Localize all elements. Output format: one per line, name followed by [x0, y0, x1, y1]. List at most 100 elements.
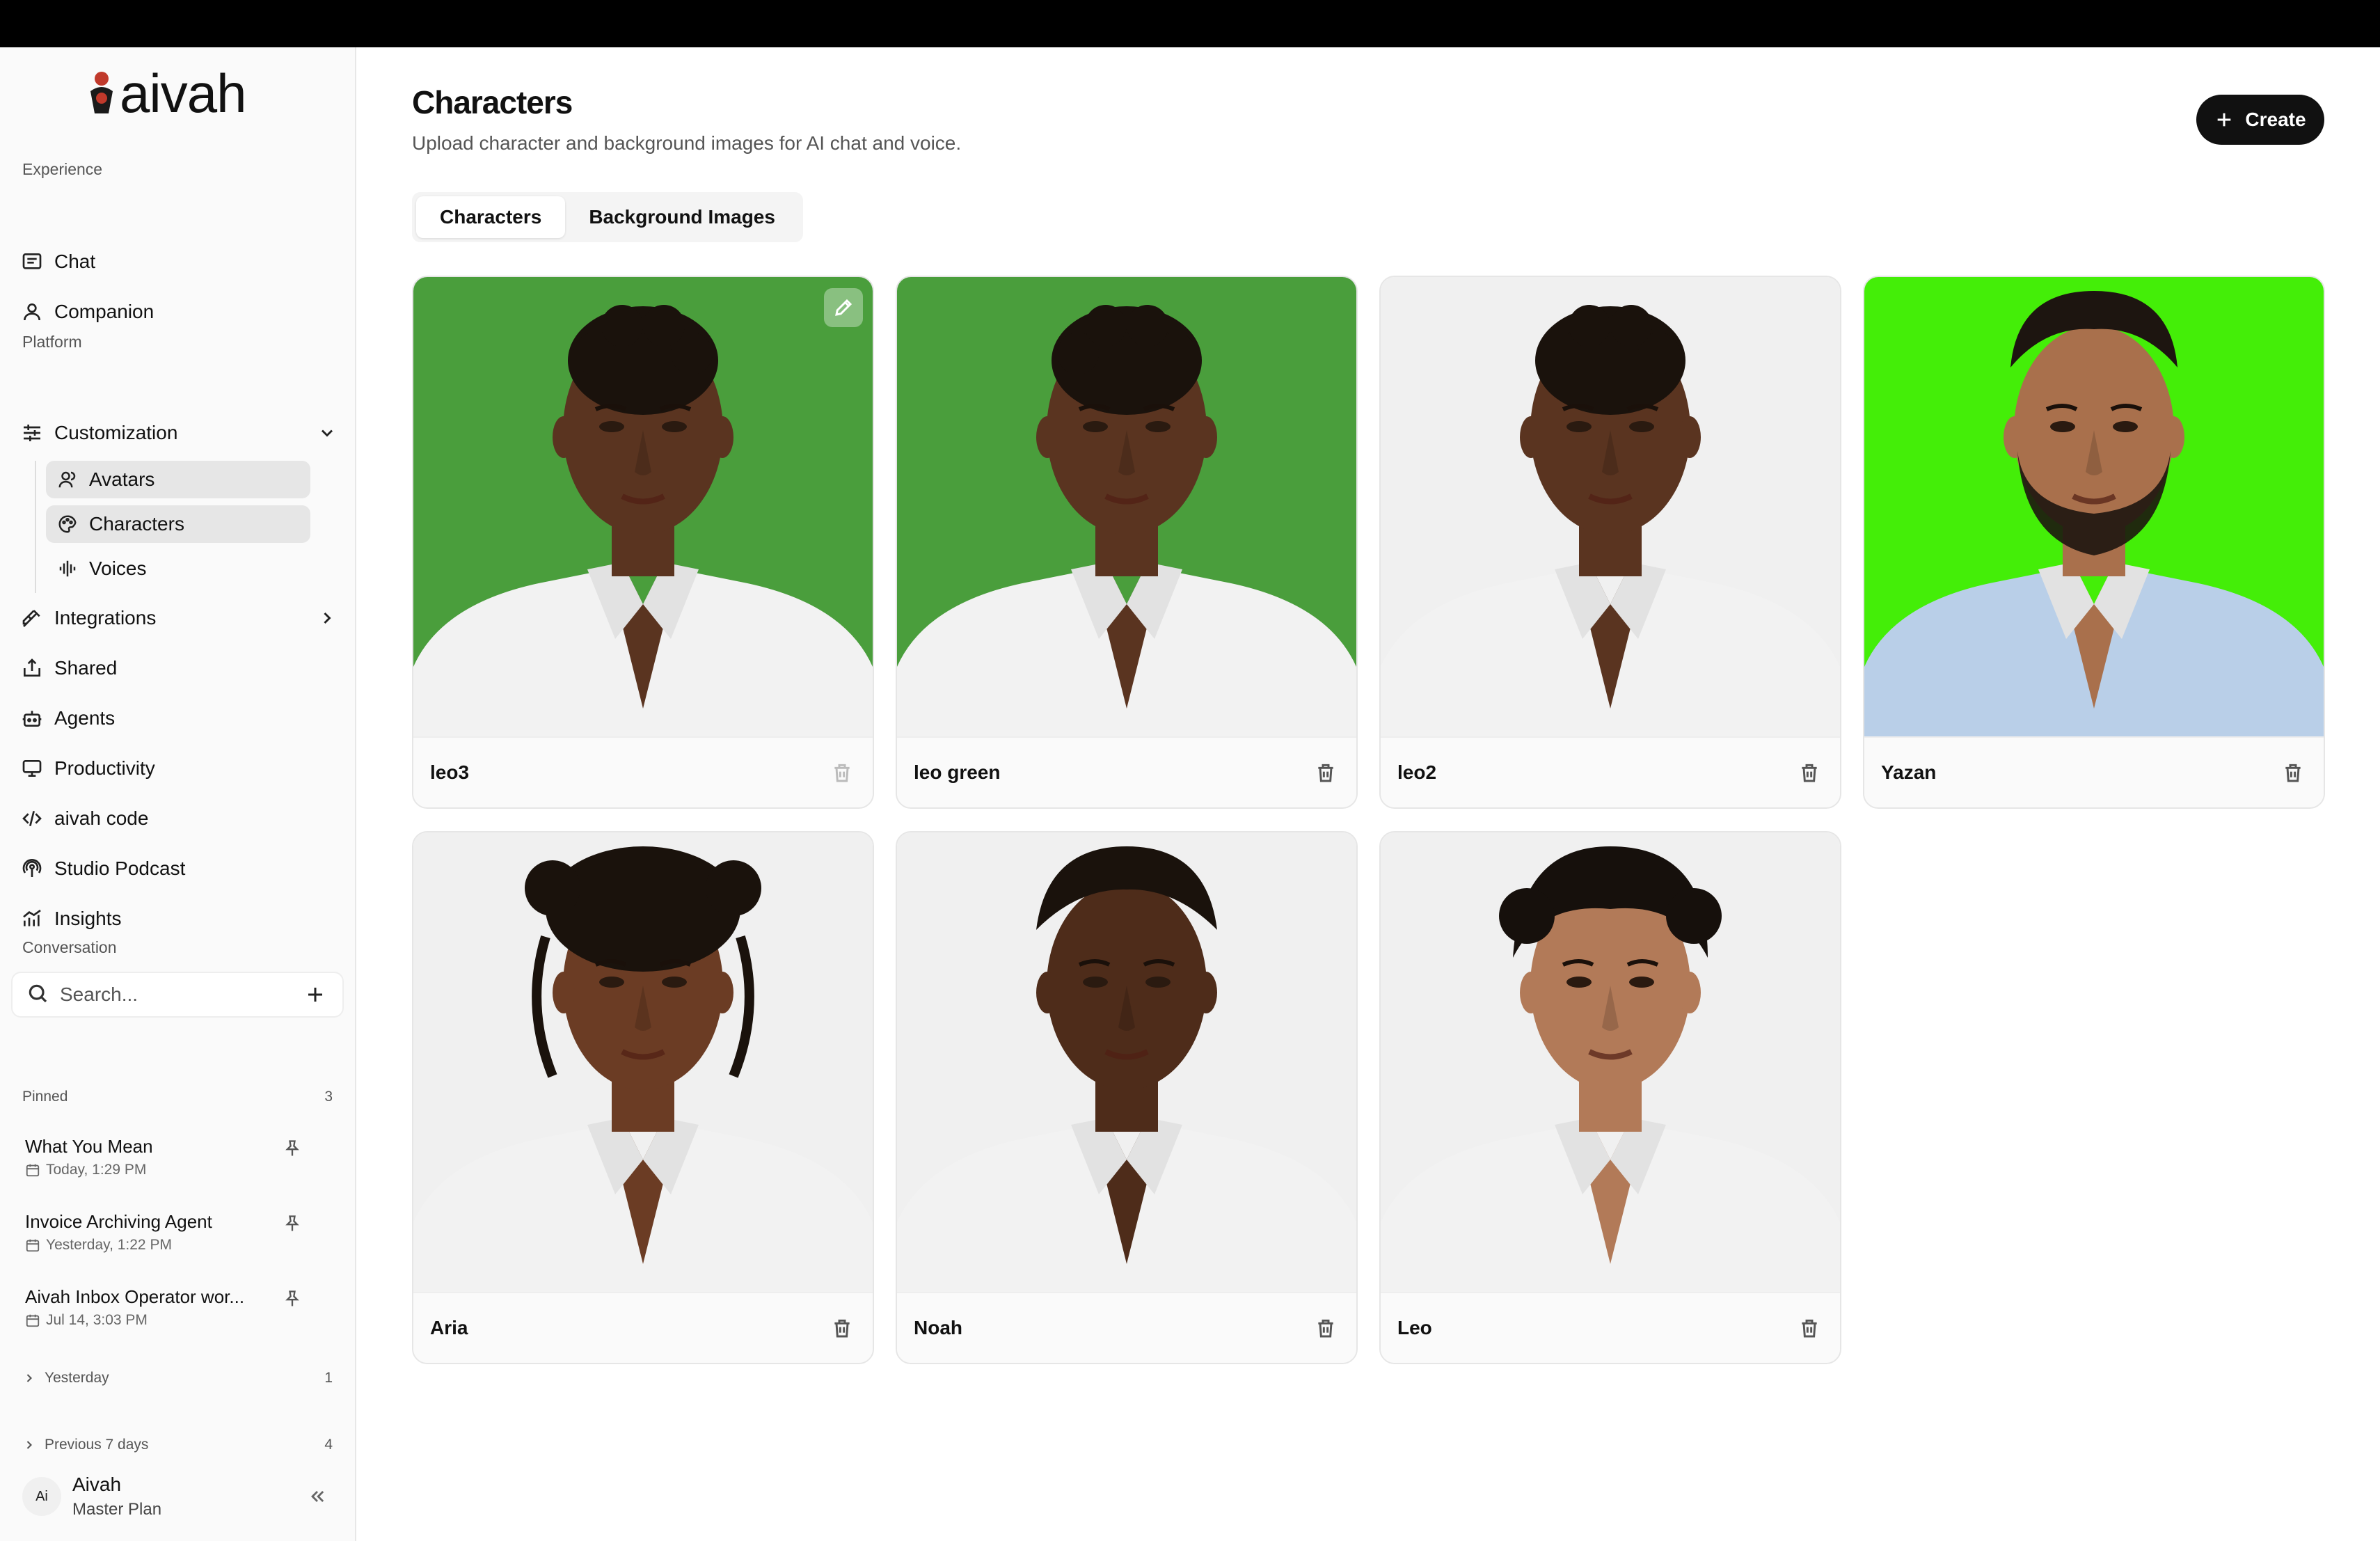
chart-icon [19, 906, 45, 931]
pinned-conversation[interactable]: What You Mean Today, 1:29 PM [25, 1136, 303, 1178]
trash-icon[interactable] [1798, 1317, 1822, 1341]
nav-item-chat[interactable]: Chat [19, 242, 95, 281]
nav-item-insights[interactable]: Insights [19, 899, 122, 938]
character-name: leo3 [430, 761, 470, 783]
character-name: leo green [914, 761, 1001, 783]
nav-item-shared[interactable]: Shared [19, 649, 117, 688]
nav-item-companion[interactable]: Companion [19, 292, 154, 331]
chevron-right-icon [26, 1374, 32, 1382]
pinned-conversation[interactable]: Aivah Inbox Operator wor... Jul 14, 3:03… [25, 1286, 303, 1329]
nav-item-aivah-code[interactable]: aivah code [19, 799, 148, 838]
pin-icon[interactable] [283, 1139, 303, 1160]
user-icon [19, 299, 45, 324]
character-card-footer: Noah [897, 1292, 1356, 1363]
aivah-logo[interactable]: aivah [86, 65, 246, 121]
pin-icon[interactable] [283, 1214, 303, 1235]
trash-icon[interactable] [1315, 1317, 1338, 1341]
tab-characters[interactable]: Characters [416, 196, 566, 238]
user-profile[interactable]: Ai Aivah Master Plan [22, 1469, 335, 1524]
nav-item-label: Chat [54, 251, 96, 272]
character-portrait-image [1381, 832, 1840, 1292]
window-top-bar [0, 0, 2380, 47]
chevron-down-icon [317, 423, 337, 443]
pinned-conversation[interactable]: Invoice Archiving Agent Yesterday, 1:22 … [25, 1211, 303, 1254]
character-card-footer: Leo [1381, 1292, 1840, 1363]
submenu-guide-line [35, 461, 36, 593]
character-card-footer: Aria [413, 1292, 873, 1363]
calendar-icon [26, 1239, 40, 1252]
character-portrait-image [1381, 277, 1840, 736]
conversation-time: Today, 1:29 PM [25, 1162, 303, 1178]
conversation-title: Invoice Archiving Agent [25, 1211, 212, 1232]
group-count: 4 [324, 1437, 333, 1453]
nav-item-customization[interactable]: Customization [19, 413, 337, 452]
conversation-time-text: Jul 14, 3:03 PM [46, 1312, 148, 1328]
group-yesterday[interactable]: Yesterday 1 [22, 1370, 333, 1386]
sub-item-label: Voices [89, 558, 147, 579]
nav-item-integrations[interactable]: Integrations [19, 599, 337, 638]
nav-item-studio-podcast[interactable]: Studio Podcast [19, 849, 185, 888]
conversation-search [11, 972, 344, 1018]
new-conversation-plus-icon[interactable] [305, 984, 326, 1005]
character-image [897, 277, 1356, 736]
character-card[interactable]: Aria [412, 831, 874, 1364]
conversation-time-text: Today, 1:29 PM [46, 1162, 147, 1178]
users-icon [56, 468, 79, 491]
character-card[interactable]: Noah [896, 831, 1358, 1364]
character-name: Noah [914, 1317, 962, 1338]
pin-icon[interactable] [283, 1289, 303, 1310]
logo-text: aivah [120, 63, 246, 124]
nav-item-label: Agents [54, 707, 116, 729]
sub-item-characters[interactable]: Characters [46, 505, 310, 543]
character-portrait-image [413, 832, 873, 1292]
nav-item-agents[interactable]: Agents [19, 699, 115, 738]
plus-icon [2218, 113, 2231, 127]
section-label-platform: Platform [22, 333, 82, 351]
character-card[interactable]: Yazan [1863, 276, 2325, 809]
edit-pencil-icon[interactable] [824, 288, 863, 327]
character-card-footer: Yazan [1864, 736, 2324, 807]
chevron-right-icon [26, 1441, 32, 1449]
character-portrait-image [897, 277, 1356, 736]
trash-icon[interactable] [1315, 761, 1338, 785]
nav-item-productivity[interactable]: Productivity [19, 749, 155, 788]
user-plan: Master Plan [72, 1500, 162, 1519]
character-image [1381, 832, 1840, 1292]
sub-item-voices[interactable]: Voices [46, 550, 310, 587]
character-card-footer: leo3 [413, 736, 873, 807]
character-card[interactable]: leo2 [1379, 276, 1841, 809]
trash-icon[interactable] [2282, 761, 2306, 785]
character-card[interactable]: leo green [896, 276, 1358, 809]
group-previous-7-days[interactable]: Previous 7 days 4 [22, 1437, 333, 1453]
character-card[interactable]: leo3 [412, 276, 874, 809]
trash-icon[interactable] [1798, 761, 1822, 785]
character-card[interactable]: Leo [1379, 831, 1841, 1364]
sub-item-avatars[interactable]: Avatars [46, 461, 310, 498]
conversation-title: What You Mean [25, 1136, 153, 1157]
podcast-icon [19, 856, 45, 881]
conversation-time: Jul 14, 3:03 PM [25, 1312, 303, 1329]
page-title: Characters [412, 84, 573, 120]
collapse-sidebar-icon[interactable] [308, 1487, 328, 1508]
character-name: Yazan [1881, 761, 1937, 783]
character-image [1864, 277, 2324, 736]
character-card-footer: leo2 [1381, 736, 1840, 807]
sub-item-label: Avatars [89, 468, 155, 490]
trash-icon[interactable] [831, 1317, 855, 1341]
pinned-header: Pinned 3 [22, 1089, 333, 1105]
avatar: Ai [22, 1477, 61, 1516]
nav-item-label: aivah code [54, 807, 149, 829]
create-button[interactable]: Create [2196, 95, 2324, 145]
chevron-right-icon [317, 608, 337, 628]
nav-item-label: Insights [54, 908, 122, 929]
character-portrait-image [413, 277, 873, 736]
trash-icon[interactable] [831, 761, 855, 785]
group-label: Yesterday [45, 1370, 109, 1386]
nav-item-label: Productivity [54, 757, 155, 779]
character-image [413, 277, 873, 736]
tab-background-images[interactable]: Background Images [565, 196, 799, 238]
search-input[interactable] [60, 983, 283, 1006]
app-window: aivah Experience Chat Companion Platform… [0, 47, 2380, 1541]
tab-bar: Characters Background Images [412, 192, 803, 242]
conversation-title: Aivah Inbox Operator wor... [25, 1286, 245, 1307]
